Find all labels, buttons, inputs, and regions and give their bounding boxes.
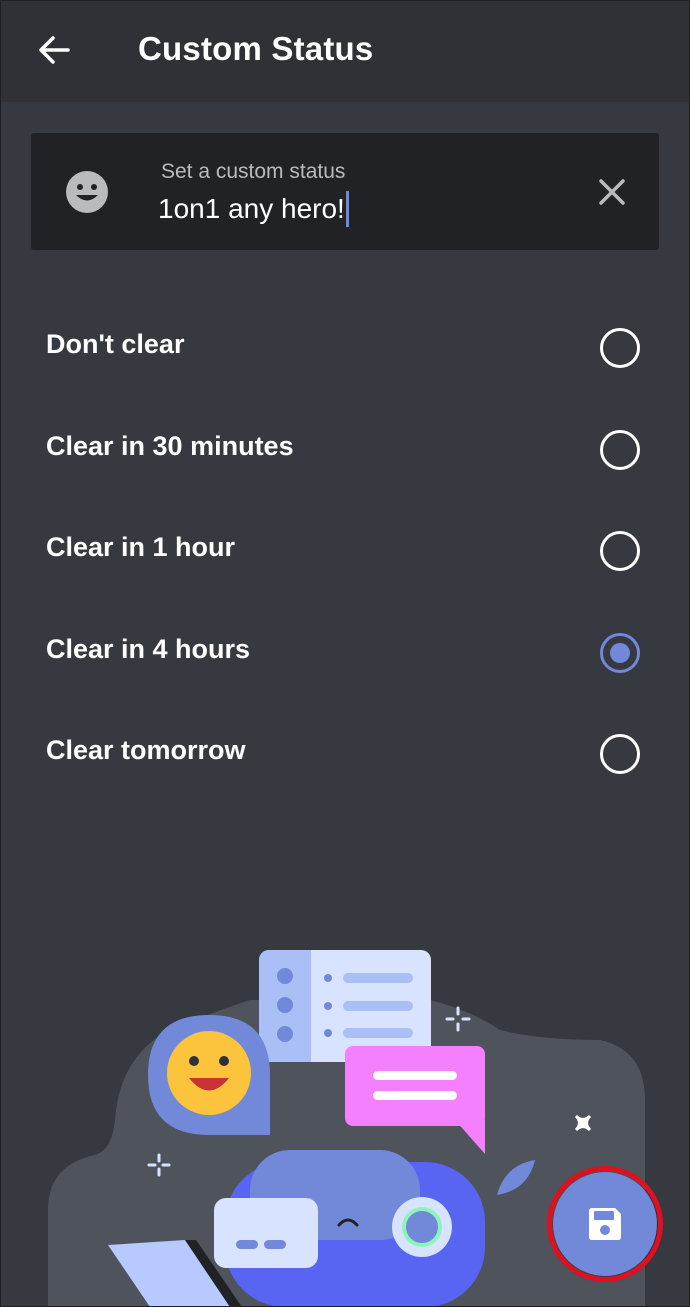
close-icon	[599, 179, 625, 205]
custom-status-field[interactable]: Set a custom status 1on1 any hero!	[31, 133, 659, 250]
status-text-input[interactable]: 1on1 any hero!	[158, 189, 578, 229]
clear-status-button[interactable]	[594, 174, 630, 210]
clear-option-tomorrow[interactable]: Clear tomorrow	[0, 709, 690, 799]
clear-option-label: Don't clear	[46, 329, 185, 359]
clear-option-30-minutes[interactable]: Clear in 30 minutes	[0, 405, 690, 495]
smiley-bubble	[148, 1015, 270, 1135]
radio-button[interactable]	[600, 430, 640, 470]
clear-option-dont-clear[interactable]: Don't clear	[0, 303, 690, 393]
clear-option-4-hours[interactable]: Clear in 4 hours	[0, 608, 690, 698]
back-button[interactable]	[28, 24, 80, 76]
save-button[interactable]	[553, 1172, 657, 1276]
star-decoration	[574, 1114, 592, 1132]
top-app-bar: Custom Status	[0, 0, 690, 102]
floppy-disk-save-icon	[589, 1208, 621, 1240]
arrow-left-icon	[39, 36, 70, 64]
radio-button[interactable]	[600, 734, 640, 774]
robot-character	[214, 1150, 485, 1307]
status-text-value: 1on1 any hero!	[158, 193, 345, 224]
page-title: Custom Status	[138, 30, 374, 67]
radio-button-selected[interactable]	[600, 633, 640, 673]
smiley-face-icon	[66, 171, 108, 213]
clear-option-label: Clear in 30 minutes	[46, 431, 294, 461]
list-card	[259, 950, 431, 1062]
clear-option-label: Clear in 1 hour	[46, 532, 236, 562]
clear-option-1-hour[interactable]: Clear in 1 hour	[0, 506, 690, 596]
radio-button[interactable]	[600, 531, 640, 571]
text-caret	[345, 191, 349, 227]
clear-option-label: Clear in 4 hours	[46, 634, 251, 664]
clear-option-label: Clear tomorrow	[46, 735, 246, 765]
emoji-picker-button[interactable]	[63, 168, 111, 216]
status-field-label: Set a custom status	[161, 160, 346, 183]
radio-button[interactable]	[600, 328, 640, 368]
